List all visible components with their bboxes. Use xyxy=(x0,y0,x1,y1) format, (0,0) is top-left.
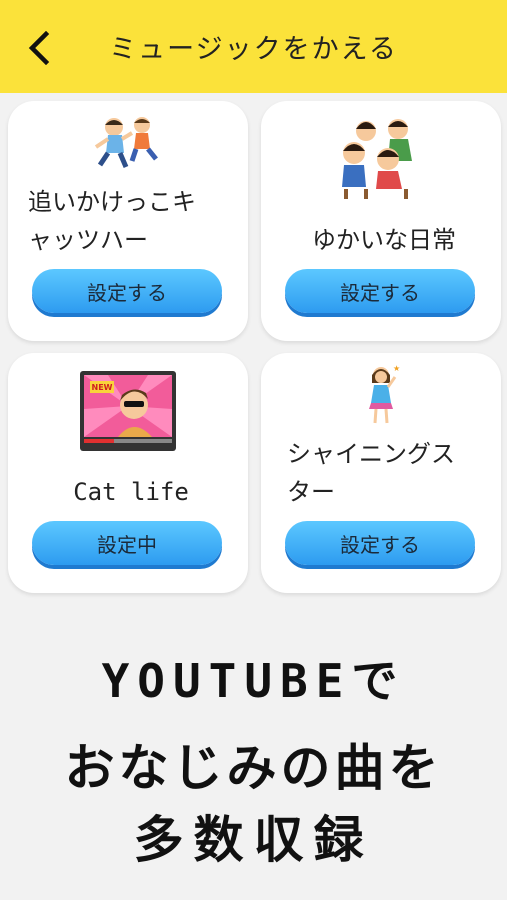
track-name: ゆかいな日常 xyxy=(312,226,456,254)
set-button[interactable]: 設定する xyxy=(32,269,222,313)
track-name: Cat life xyxy=(73,478,189,506)
chevron-left-icon xyxy=(28,31,50,65)
page-title: ミュージックをかえる xyxy=(109,34,398,65)
svg-text:NEW: NEW xyxy=(92,383,113,392)
track-card-shining-star: ★ シャイニングス ター 設定する xyxy=(261,353,501,593)
svg-text:★: ★ xyxy=(393,364,400,373)
track-card-chase: 追いかけっこキ ャッツハー 設定する xyxy=(8,101,248,341)
laughing-kids-illustration xyxy=(261,109,501,201)
set-button[interactable]: 設定中 xyxy=(32,521,222,565)
track-card-cat-life: NEW Cat life 設定中 xyxy=(8,353,248,593)
track-card-daily: ゆかいな日常 設定する xyxy=(261,101,501,341)
set-button[interactable]: 設定する xyxy=(285,521,475,565)
promo-line-2: おなじみの曲を xyxy=(64,739,443,797)
set-button[interactable]: 設定する xyxy=(285,269,475,313)
running-kids-illustration xyxy=(8,113,248,173)
promo-line-3: 多数収録 xyxy=(133,811,374,869)
header-bar: ミュージックをかえる xyxy=(0,0,507,93)
track-name: 追いかけっこキ ャッツハー xyxy=(28,188,196,254)
back-button[interactable] xyxy=(22,28,56,68)
track-name: シャイニングス ター xyxy=(287,440,455,506)
youtuber-video-illustration: NEW xyxy=(8,369,248,453)
idol-singer-illustration: ★ xyxy=(261,363,501,425)
promo-line-1: YOUTUBEで xyxy=(101,654,406,708)
